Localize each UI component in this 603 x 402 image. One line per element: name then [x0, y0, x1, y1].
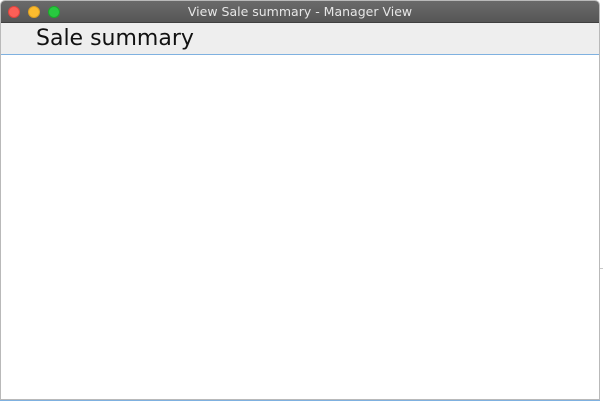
title-bar[interactable]: View Sale summary - Manager View [1, 1, 599, 23]
content-area [1, 55, 599, 399]
bottom-divider [0, 400, 600, 401]
page-title: Sale summary [36, 26, 194, 51]
app-window: View Sale summary - Manager View Sale su… [0, 0, 600, 400]
header-panel: Sale summary [1, 23, 599, 55]
window-title: View Sale summary - Manager View [187, 4, 413, 19]
